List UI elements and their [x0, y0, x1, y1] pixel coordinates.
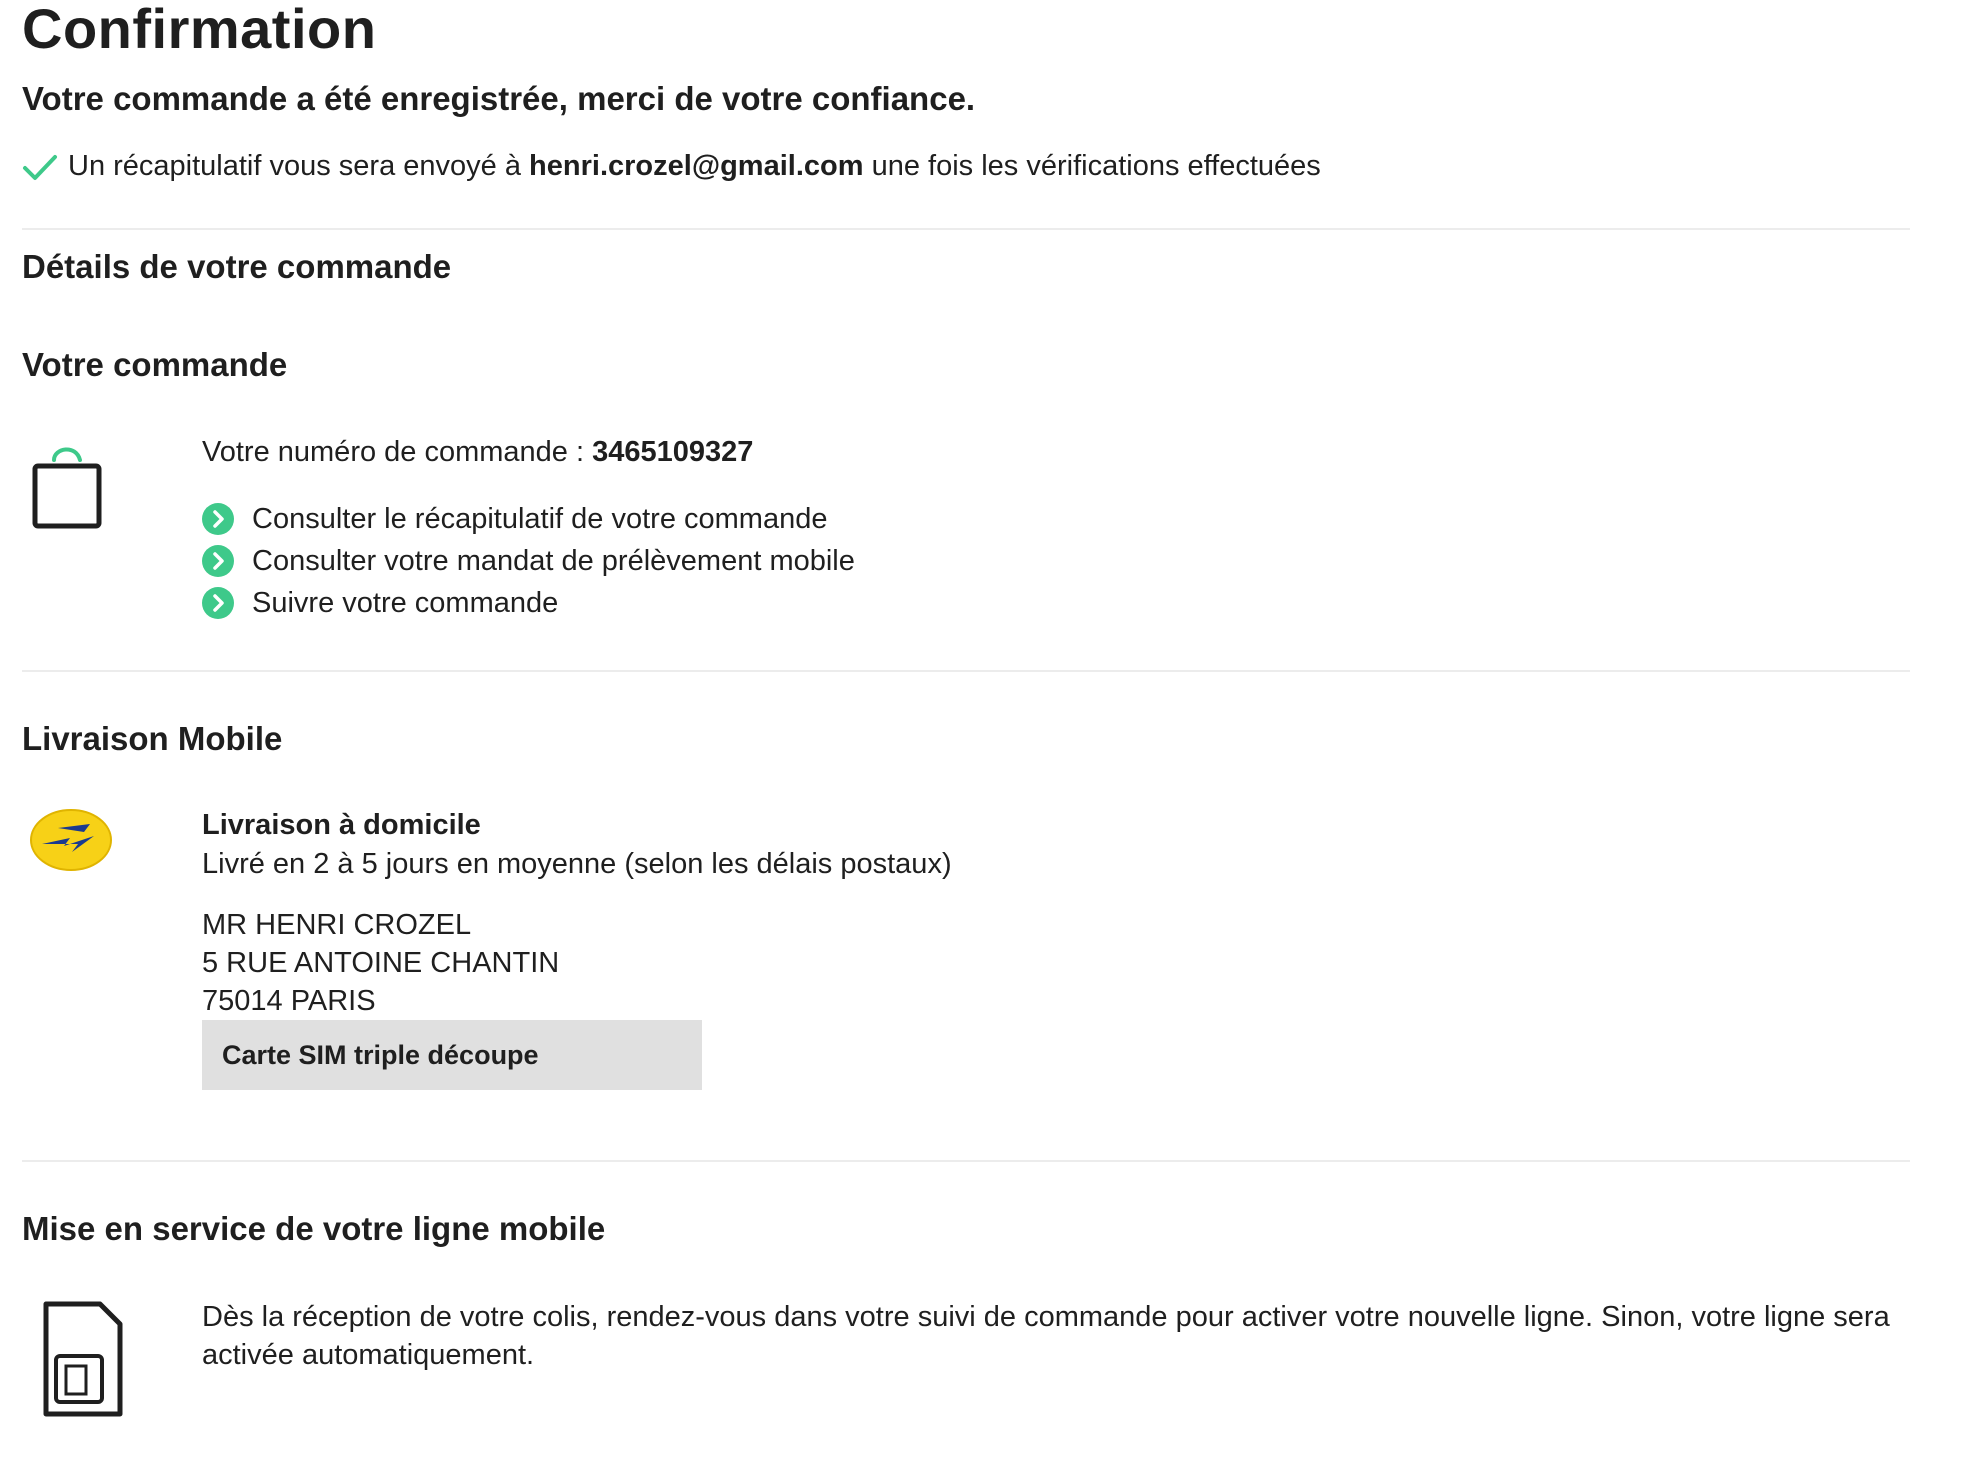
order-links: Consulter le récapitulatif de votre comm… — [202, 498, 855, 624]
link-label[interactable]: Consulter le récapitulatif de votre comm… — [252, 503, 827, 536]
details-title: Détails de votre commande — [22, 248, 452, 285]
thanks-message: Votre commande a été enregistrée, merci … — [22, 80, 976, 117]
product-tag: Carte SIM triple découpe — [202, 1020, 702, 1090]
notice-text-before: Un récapitulatif vous sera envoyé à — [68, 150, 521, 182]
order-section-title: Votre commande — [22, 346, 288, 383]
check-icon — [23, 154, 57, 180]
divider — [22, 228, 1910, 230]
divider — [22, 1160, 1910, 1162]
order-number-line: Votre numéro de commande : 3465109327 — [202, 436, 753, 469]
chevron-right-circle-icon — [202, 587, 234, 619]
link-label[interactable]: Consulter votre mandat de prélèvement mo… — [252, 545, 855, 578]
link-direct-debit-mandate[interactable]: Consulter votre mandat de prélèvement mo… — [202, 540, 855, 582]
order-number: 3465109327 — [592, 436, 754, 468]
confirmation-page: Confirmation Votre commande a été enregi… — [0, 0, 1962, 1460]
email-notice: Un récapitulatif vous sera envoyé à henr… — [22, 150, 1321, 183]
delivery-section-title: Livraison Mobile — [22, 720, 283, 757]
divider — [22, 670, 1910, 672]
delivery-delay: Livré en 2 à 5 jours en moyenne (selon l… — [202, 848, 952, 880]
activation-section-title: Mise en service de votre ligne mobile — [22, 1210, 606, 1247]
delivery-method: Livraison à domicile — [202, 809, 481, 841]
order-number-label: Votre numéro de commande : — [202, 436, 585, 468]
page-title: Confirmation — [22, 0, 377, 60]
link-order-summary[interactable]: Consulter le récapitulatif de votre comm… — [202, 498, 855, 540]
activation-text: Dès la réception de votre colis, rendez-… — [202, 1301, 1890, 1371]
link-track-order[interactable]: Suivre votre commande — [202, 582, 855, 624]
link-label[interactable]: Suivre votre commande — [252, 587, 558, 620]
shopping-bag-icon — [32, 447, 102, 529]
address-name: MR HENRI CROZEL — [202, 909, 472, 941]
chevron-right-circle-icon — [202, 503, 234, 535]
address-street: 5 RUE ANTOINE CHANTIN — [202, 947, 560, 979]
address-city: 75014 PARIS — [202, 985, 376, 1017]
la-poste-logo — [30, 809, 112, 871]
sim-card-icon — [43, 1301, 123, 1417]
notice-email: henri.crozel@gmail.com — [529, 150, 864, 182]
notice-text-after: une fois les vérifications effectuées — [871, 150, 1321, 182]
product-label: Carte SIM triple découpe — [222, 1039, 539, 1070]
delivery-address: MR HENRI CROZEL 5 RUE ANTOINE CHANTIN 75… — [202, 906, 559, 1020]
chevron-right-circle-icon — [202, 545, 234, 577]
